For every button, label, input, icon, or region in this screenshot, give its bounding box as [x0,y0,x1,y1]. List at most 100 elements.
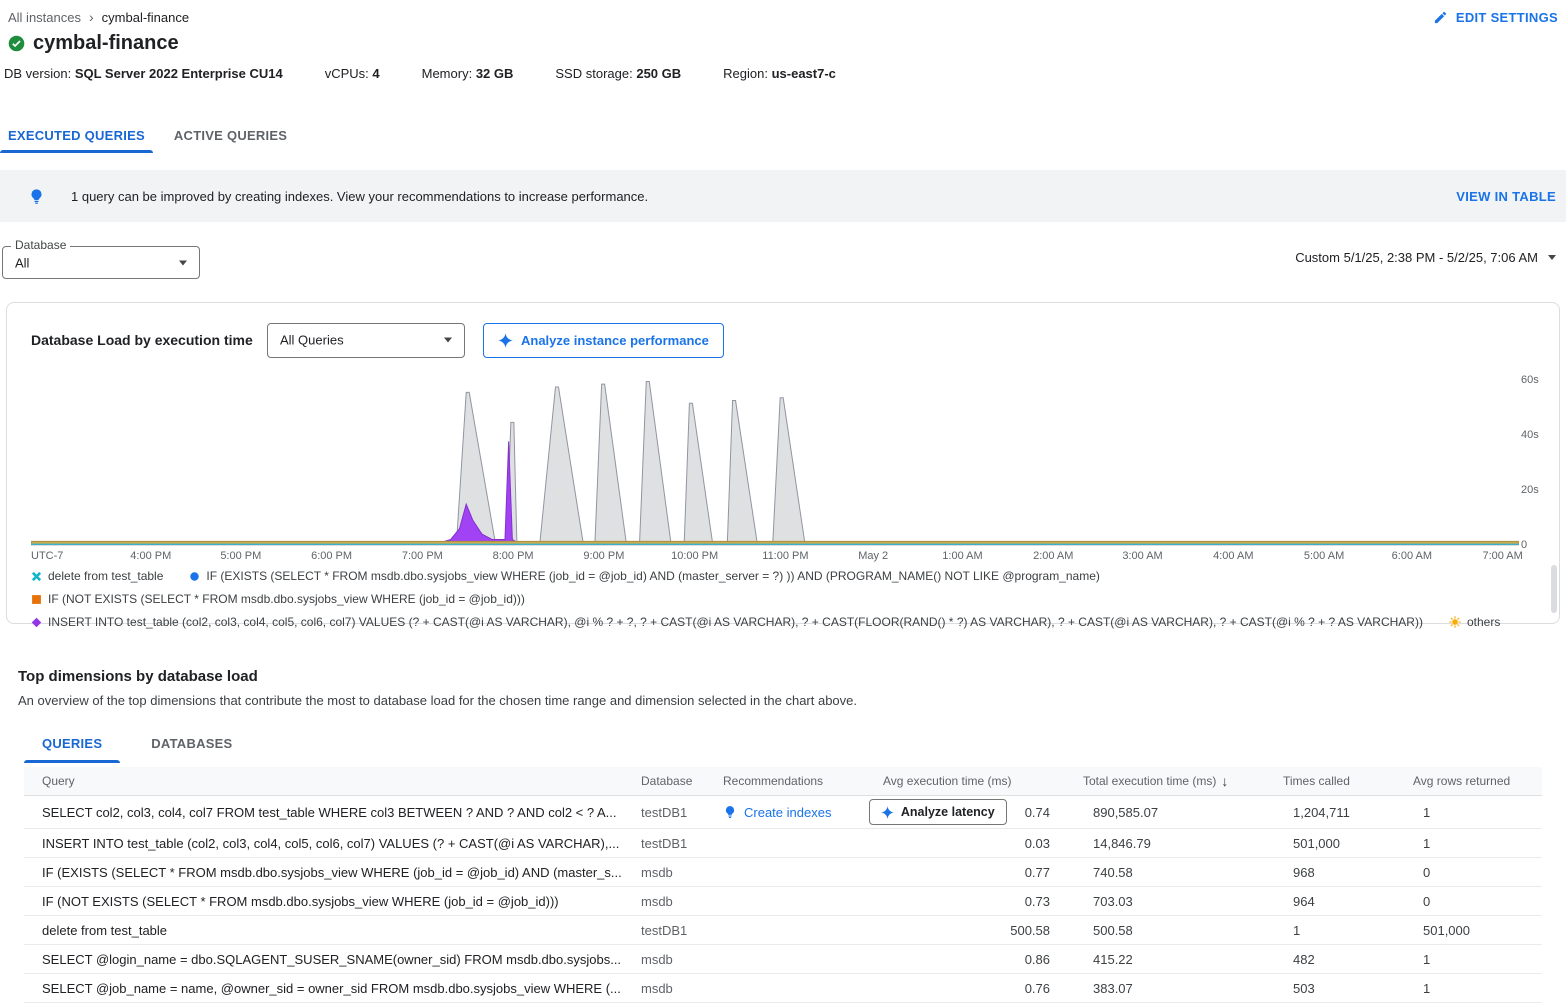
x-legend-marker-icon [31,571,42,582]
x-tick-label: 8:00 PM [493,550,534,562]
x-tick-label: 10:00 PM [671,550,718,562]
dimension-tabs: QUERIES DATABASES [24,726,1548,763]
view-in-table-link[interactable]: VIEW IN TABLE [1456,189,1556,204]
square-legend-marker-icon [31,594,42,605]
database-select-value: All [15,255,29,270]
table-row[interactable]: SELECT @job_name = name, @owner_sid = ow… [24,974,1542,1003]
instance-healthy-icon [8,35,25,52]
avg-execution-time-cell: 0.86 [866,952,1066,967]
chevron-right-icon: › [89,10,94,24]
edit-settings-label: EDIT SETTINGS [1456,10,1558,25]
load-chart-svg [31,376,1519,545]
query-cell: SELECT @login_name = dbo.SQLAGENT_SUSER_… [24,952,624,967]
dim-tab-queries[interactable]: QUERIES [24,726,120,763]
x-tick-label: 9:00 PM [583,550,624,562]
total-execution-time-cell: 383.07 [1066,981,1266,996]
database-select[interactable]: Database All [2,246,200,279]
legend-item[interactable]: IF (NOT EXISTS (SELECT * FROM msdb.dbo.s… [31,592,525,606]
chevron-down-icon [444,338,452,343]
instance-info-item: DB version: SQL Server 2022 Enterprise C… [4,66,283,81]
breadcrumb-all-instances[interactable]: All instances [8,10,81,25]
times-called-cell: 503 [1266,981,1396,996]
dim-tab-databases[interactable]: DATABASES [133,726,250,763]
column-header-total-execution-time-ms[interactable]: Total execution time (ms)↓ [1066,773,1266,789]
pencil-icon [1433,10,1448,25]
total-execution-time-cell: 740.58 [1066,865,1266,880]
table-row[interactable]: INSERT INTO test_table (col2, col3, col4… [24,829,1542,858]
times-called-cell: 964 [1266,894,1396,909]
tab-executed-queries[interactable]: EXECUTED QUERIES [0,118,153,153]
query-cell: IF (EXISTS (SELECT * FROM msdb.dbo.sysjo… [24,865,624,880]
legend-item[interactable]: delete from test_table [31,569,163,583]
instance-title-row: cymbal-finance [8,32,179,55]
create-indexes-link[interactable]: Create indexes [744,805,831,820]
lightbulb-icon [723,805,737,819]
times-called-cell: 482 [1266,952,1396,967]
avg-execution-time-cell: Analyze latency 0.74 [866,799,1066,825]
instance-info: DB version: SQL Server 2022 Enterprise C… [4,66,836,81]
database-cell: testDB1 [624,805,706,820]
lightbulb-icon [28,188,45,205]
load-chart-plot[interactable] [31,376,1519,546]
query-cell: SELECT col2, col3, col4, col7 FROM test_… [24,805,624,820]
table-row[interactable]: delete from test_table testDB1 500.58 50… [24,916,1542,945]
top-queries-table: Query↓Database↓Recommendations↓Avg execu… [24,767,1542,1003]
column-header-database[interactable]: Database↓ [624,774,706,788]
legend-item[interactable]: INSERT INTO test_table (col2, col3, col4… [31,615,1423,629]
column-header-recommendations[interactable]: Recommendations↓ [706,774,866,788]
avg-rows-returned-cell: 1 [1396,805,1542,820]
tab-active-queries[interactable]: ACTIVE QUERIES [166,118,295,153]
avg-rows-returned-cell: 0 [1396,865,1542,880]
x-tick-label: 4:00 AM [1213,550,1253,562]
instance-info-item: Region: us-east7-c [723,66,836,81]
x-tick-label: 4:00 PM [130,550,171,562]
total-execution-time-cell: 500.58 [1066,923,1266,938]
x-tick-label: 6:00 AM [1392,550,1432,562]
avg-rows-returned-cell: 1 [1396,952,1542,967]
column-header-avg-rows-returned[interactable]: Avg rows returned↓ [1396,774,1542,788]
query-filter-value: All Queries [280,333,344,348]
table-body: SELECT col2, col3, col4, col7 FROM test_… [24,796,1542,1003]
x-tick-label: 5:00 PM [220,550,261,562]
time-range-label: Custom 5/1/25, 2:38 PM - 5/2/25, 7:06 AM [1295,250,1538,265]
database-cell: testDB1 [624,836,706,851]
column-header-avg-execution-time-ms[interactable]: Avg execution time (ms)↓ [866,774,1066,788]
top-dimensions-section: Top dimensions by database load An overv… [18,668,1548,1003]
chart-y-axis: 60s40s20s0 [1521,376,1551,546]
table-row[interactable]: IF (NOT EXISTS (SELECT * FROM msdb.dbo.s… [24,887,1542,916]
page-title: cymbal-finance [33,32,179,55]
analyze-instance-performance-button[interactable]: Analyze instance performance [483,323,724,358]
query-filter-select[interactable]: All Queries [267,323,465,358]
breadcrumb-current: cymbal-finance [102,10,189,25]
table-row[interactable]: IF (EXISTS (SELECT * FROM msdb.dbo.sysjo… [24,858,1542,887]
times-called-cell: 968 [1266,865,1396,880]
y-tick-label: 40s [1521,429,1539,441]
legend-item[interactable]: IF (EXISTS (SELECT * FROM msdb.dbo.sysjo… [189,569,1100,583]
times-called-cell: 501,000 [1266,836,1396,851]
avg-execution-time-cell: 0.73 [866,894,1066,909]
avg-rows-returned-cell: 1 [1396,836,1542,851]
avg-execution-time-cell: 0.03 [866,836,1066,851]
database-cell: msdb [624,981,706,996]
table-row[interactable]: SELECT col2, col3, col4, col7 FROM test_… [24,796,1542,829]
analyze-latency-button[interactable]: Analyze latency [869,799,1007,825]
legend-item[interactable]: others [1449,615,1500,629]
cloud-sql-query-insights-page: All instances › cymbal-finance EDIT SETT… [0,0,1566,1006]
x-tick-label: 2:00 AM [1033,550,1073,562]
query-cell: delete from test_table [24,923,624,938]
x-tick-label: 11:00 PM [762,550,808,562]
banner-text: 1 query can be improved by creating inde… [71,189,648,204]
legend-scrollbar-thumb[interactable] [1551,565,1557,613]
edit-settings-button[interactable]: EDIT SETTINGS [1433,10,1558,25]
breadcrumb: All instances › cymbal-finance [8,10,189,25]
table-row[interactable]: SELECT @login_name = dbo.SQLAGENT_SUSER_… [24,945,1542,974]
avg-execution-time-cell: 0.77 [866,865,1066,880]
time-range-selector[interactable]: Custom 5/1/25, 2:38 PM - 5/2/25, 7:06 AM [1295,250,1556,265]
column-header-query[interactable]: Query↓ [24,774,624,788]
instance-info-item: SSD storage: 250 GB [555,66,681,81]
total-execution-time-cell: 890,585.07 [1066,805,1266,820]
circle-legend-marker-icon [189,571,200,582]
y-tick-label: 60s [1521,374,1539,386]
chevron-down-icon [1548,255,1556,260]
column-header-times-called[interactable]: Times called↓ [1266,774,1396,788]
